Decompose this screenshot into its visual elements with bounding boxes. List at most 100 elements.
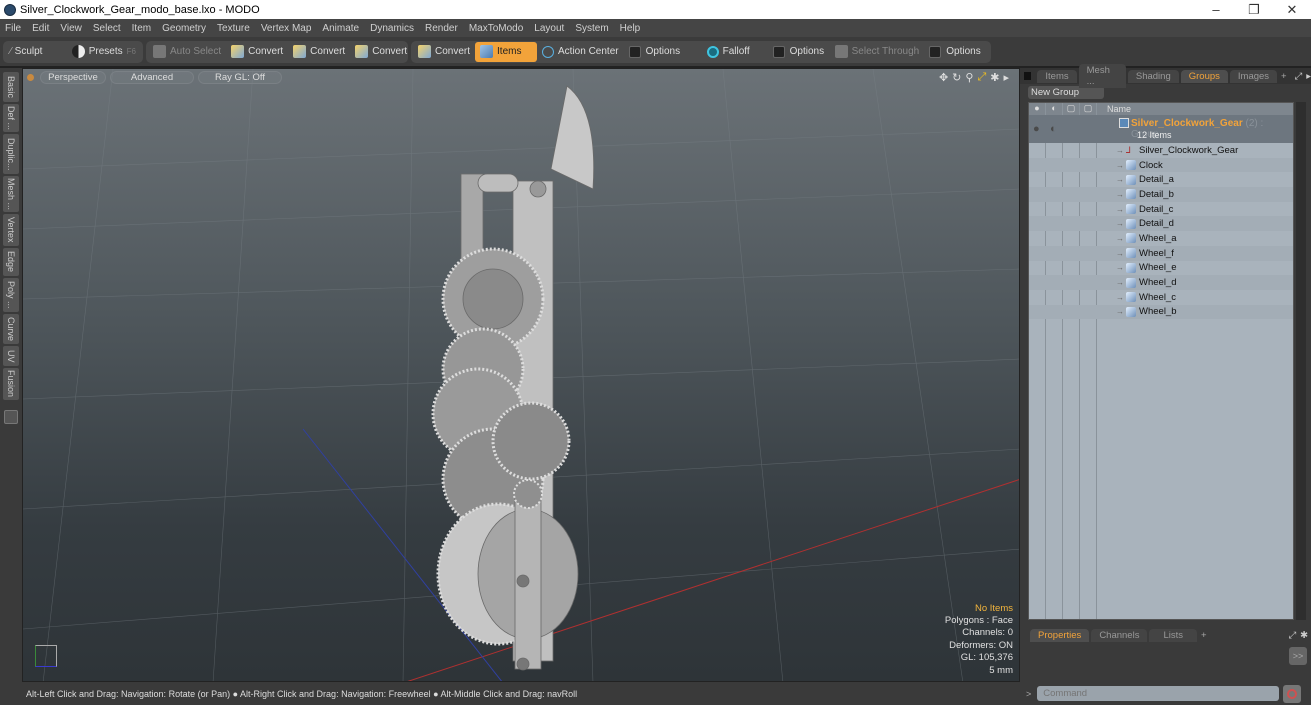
menu-geometry[interactable]: Geometry — [157, 23, 212, 34]
command-input[interactable] — [1037, 686, 1280, 701]
menu-texture[interactable]: Texture — [212, 23, 256, 34]
move-icon[interactable]: ✥ — [939, 71, 948, 84]
sculpt-button[interactable]: ⁄ Sculpt — [5, 42, 67, 62]
expand-properties-button[interactable]: >> — [1289, 647, 1307, 665]
render-column-icon[interactable]: ◐ — [1046, 103, 1063, 115]
convert-vertices-button[interactable]: Convert — [226, 42, 288, 62]
tab-curve[interactable]: Curve — [3, 314, 19, 344]
convert-edges-icon — [293, 45, 307, 58]
menu-help[interactable]: Help — [615, 23, 647, 34]
mesh-icon — [1126, 189, 1136, 200]
tab-properties[interactable]: Properties — [1030, 628, 1090, 642]
menu-select[interactable]: Select — [88, 23, 127, 34]
tab-toggle-button[interactable] — [4, 410, 18, 424]
auto-select-button[interactable]: Auto Select — [148, 42, 226, 62]
add-tab-icon[interactable]: + — [1201, 630, 1207, 641]
tab-lists[interactable]: Lists — [1149, 628, 1197, 642]
tab-uv[interactable]: UV — [3, 346, 19, 366]
select-through-options-button[interactable]: Options — [924, 42, 985, 62]
settings-icon[interactable]: ✱ — [990, 71, 999, 84]
tab-duplicate[interactable]: Duplic... — [3, 134, 19, 174]
mesh-icon — [1126, 174, 1136, 185]
list-item[interactable]: → Wheel_f — [1029, 245, 1293, 261]
menu-item[interactable]: Item — [127, 23, 157, 34]
presets-button[interactable]: Presets F6 — [67, 42, 141, 62]
more-icon[interactable]: ▸ — [1003, 71, 1009, 84]
action-center-button[interactable]: Action Center — [537, 42, 624, 62]
viewport-tools: ✥ ↻ ⚲ ⤢ ✱ ▸ — [939, 71, 1009, 84]
tab-mesh[interactable]: Mesh ... — [3, 176, 19, 212]
action-center-options-button[interactable]: Options — [624, 42, 702, 62]
render-toggle-icon[interactable]: ◐ — [1050, 123, 1057, 135]
settings-icon[interactable]: ✱ — [1300, 630, 1308, 641]
expand-icon[interactable]: ⤢ — [1295, 71, 1303, 82]
convert-edges-button[interactable]: Convert — [288, 42, 350, 62]
menu-edit[interactable]: Edit — [27, 23, 55, 34]
panel-menu-icon[interactable] — [1024, 72, 1032, 80]
tab-channels[interactable]: Channels — [1091, 628, 1148, 642]
rotate-icon[interactable]: ↻ — [952, 71, 961, 84]
tab-basic[interactable]: Basic — [3, 72, 19, 102]
list-item[interactable]: → Wheel_b — [1029, 304, 1293, 320]
convert-polygons-button[interactable]: Convert — [350, 42, 412, 62]
more-icon[interactable]: ▸ — [1306, 71, 1311, 82]
visibility-toggle-icon[interactable]: ● — [1033, 123, 1040, 135]
view-mode-dropdown[interactable]: Perspective — [40, 71, 106, 84]
list-item[interactable]: → Detail_a — [1029, 172, 1293, 187]
list-item[interactable]: → Clock — [1029, 157, 1293, 173]
menu-dynamics[interactable]: Dynamics — [365, 23, 420, 34]
select-through-button[interactable]: Select Through — [830, 42, 925, 62]
expand-icon[interactable]: ⤢ — [1289, 630, 1297, 641]
list-item[interactable]: → Wheel_d — [1029, 275, 1293, 290]
lock-column-icon[interactable]: ▢ — [1063, 103, 1080, 115]
menu-view[interactable]: View — [55, 23, 88, 34]
window-title: Silver_Clockwork_Gear_modo_base.lxo - MO… — [20, 3, 260, 16]
tab-edge[interactable]: Edge — [3, 248, 19, 276]
group-row[interactable]: ● ◐ Silver_Clockwork_Gear (2) : Group 12… — [1029, 115, 1293, 143]
select-column-icon[interactable]: ▢ — [1080, 103, 1097, 115]
add-tab-icon[interactable]: + — [1281, 71, 1287, 82]
falloff-button[interactable]: Falloff — [702, 42, 768, 62]
tab-vertex[interactable]: Vertex — [3, 214, 19, 246]
visibility-column-icon[interactable]: ● — [1029, 103, 1046, 115]
menu-render[interactable]: Render — [420, 23, 464, 34]
menu-vertex-map[interactable]: Vertex Map — [256, 23, 318, 34]
menu-maxtomodo[interactable]: MaxToModo — [464, 23, 529, 34]
close-button[interactable]: ✕ — [1273, 2, 1311, 18]
tab-items[interactable]: Items — [1037, 69, 1077, 83]
tab-groups[interactable]: Groups — [1180, 69, 1228, 83]
item-mode-group: Convert Items Action Center Options Fall… — [411, 40, 991, 63]
tab-shading[interactable]: Shading — [1127, 69, 1179, 83]
list-item[interactable]: → ⅃ Silver_Clockwork_Gear — [1029, 143, 1293, 158]
tab-fusion[interactable]: Fusion — [3, 368, 19, 400]
maximize-button[interactable]: ❐ — [1235, 2, 1273, 18]
tab-mesh[interactable]: Mesh ... — [1078, 64, 1126, 88]
menu-animate[interactable]: Animate — [317, 23, 365, 34]
record-icon — [1287, 688, 1298, 699]
items-mode-button[interactable]: Items — [475, 41, 538, 62]
menu-layout[interactable]: Layout — [529, 23, 570, 34]
raygl-dropdown[interactable]: Ray GL: Off — [198, 71, 282, 84]
list-item[interactable]: → Wheel_e — [1029, 261, 1293, 276]
list-item[interactable]: → Detail_c — [1029, 202, 1293, 217]
viewport-menu-icon[interactable] — [27, 74, 34, 81]
shading-mode-dropdown[interactable]: Advanced — [110, 71, 194, 84]
minimize-button[interactable]: – — [1197, 2, 1235, 17]
record-macro-button[interactable] — [1283, 684, 1302, 703]
tab-images[interactable]: Images — [1229, 69, 1278, 83]
3d-viewport[interactable]: Perspective Advanced Ray GL: Off ✥ ↻ ⚲ ⤢… — [22, 68, 1020, 682]
tab-polygon[interactable]: Poly ... — [3, 278, 19, 312]
fit-icon[interactable]: ⤢ — [977, 71, 986, 84]
zoom-icon[interactable]: ⚲ — [965, 71, 973, 84]
list-scrollbar[interactable] — [1296, 102, 1306, 620]
falloff-options-button[interactable]: Options — [768, 42, 830, 62]
menu-file[interactable]: File — [0, 23, 27, 34]
tab-deform[interactable]: Def ... — [3, 104, 19, 132]
list-item[interactable]: → Wheel_c — [1029, 290, 1293, 305]
menu-system[interactable]: System — [570, 23, 614, 34]
name-column-header[interactable]: Name — [1097, 104, 1131, 114]
list-item[interactable]: → Detail_d — [1029, 216, 1293, 232]
convert-items-button[interactable]: Convert — [413, 42, 475, 62]
list-item[interactable]: → Detail_b — [1029, 187, 1293, 202]
list-item[interactable]: → Wheel_a — [1029, 231, 1293, 246]
